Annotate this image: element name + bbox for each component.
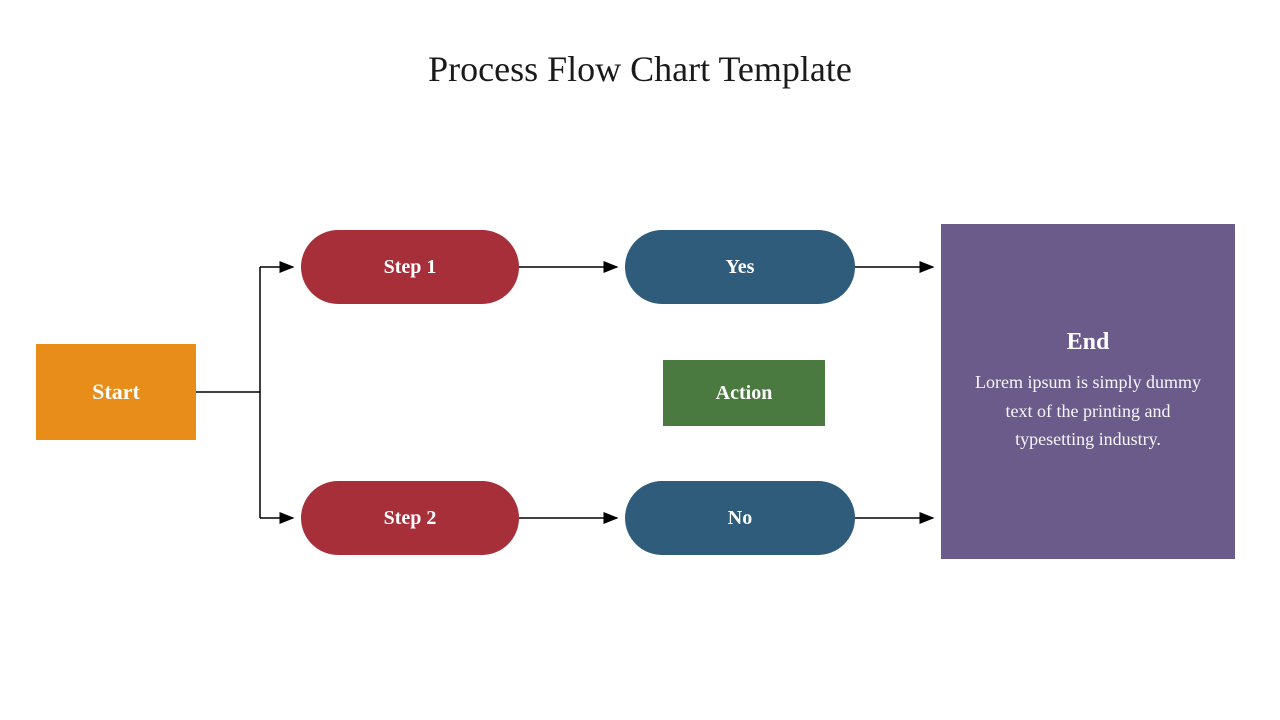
end-description: Lorem ipsum is simply dummy text of the … <box>967 368 1209 454</box>
end-node: End Lorem ipsum is simply dummy text of … <box>941 224 1235 559</box>
no-node: No <box>625 481 855 555</box>
yes-node: Yes <box>625 230 855 304</box>
end-title: End <box>1067 329 1110 356</box>
step2-node: Step 2 <box>301 481 519 555</box>
start-node: Start <box>36 344 196 440</box>
action-node: Action <box>663 360 825 426</box>
diagram-title: Process Flow Chart Template <box>0 48 1280 90</box>
step1-node: Step 1 <box>301 230 519 304</box>
